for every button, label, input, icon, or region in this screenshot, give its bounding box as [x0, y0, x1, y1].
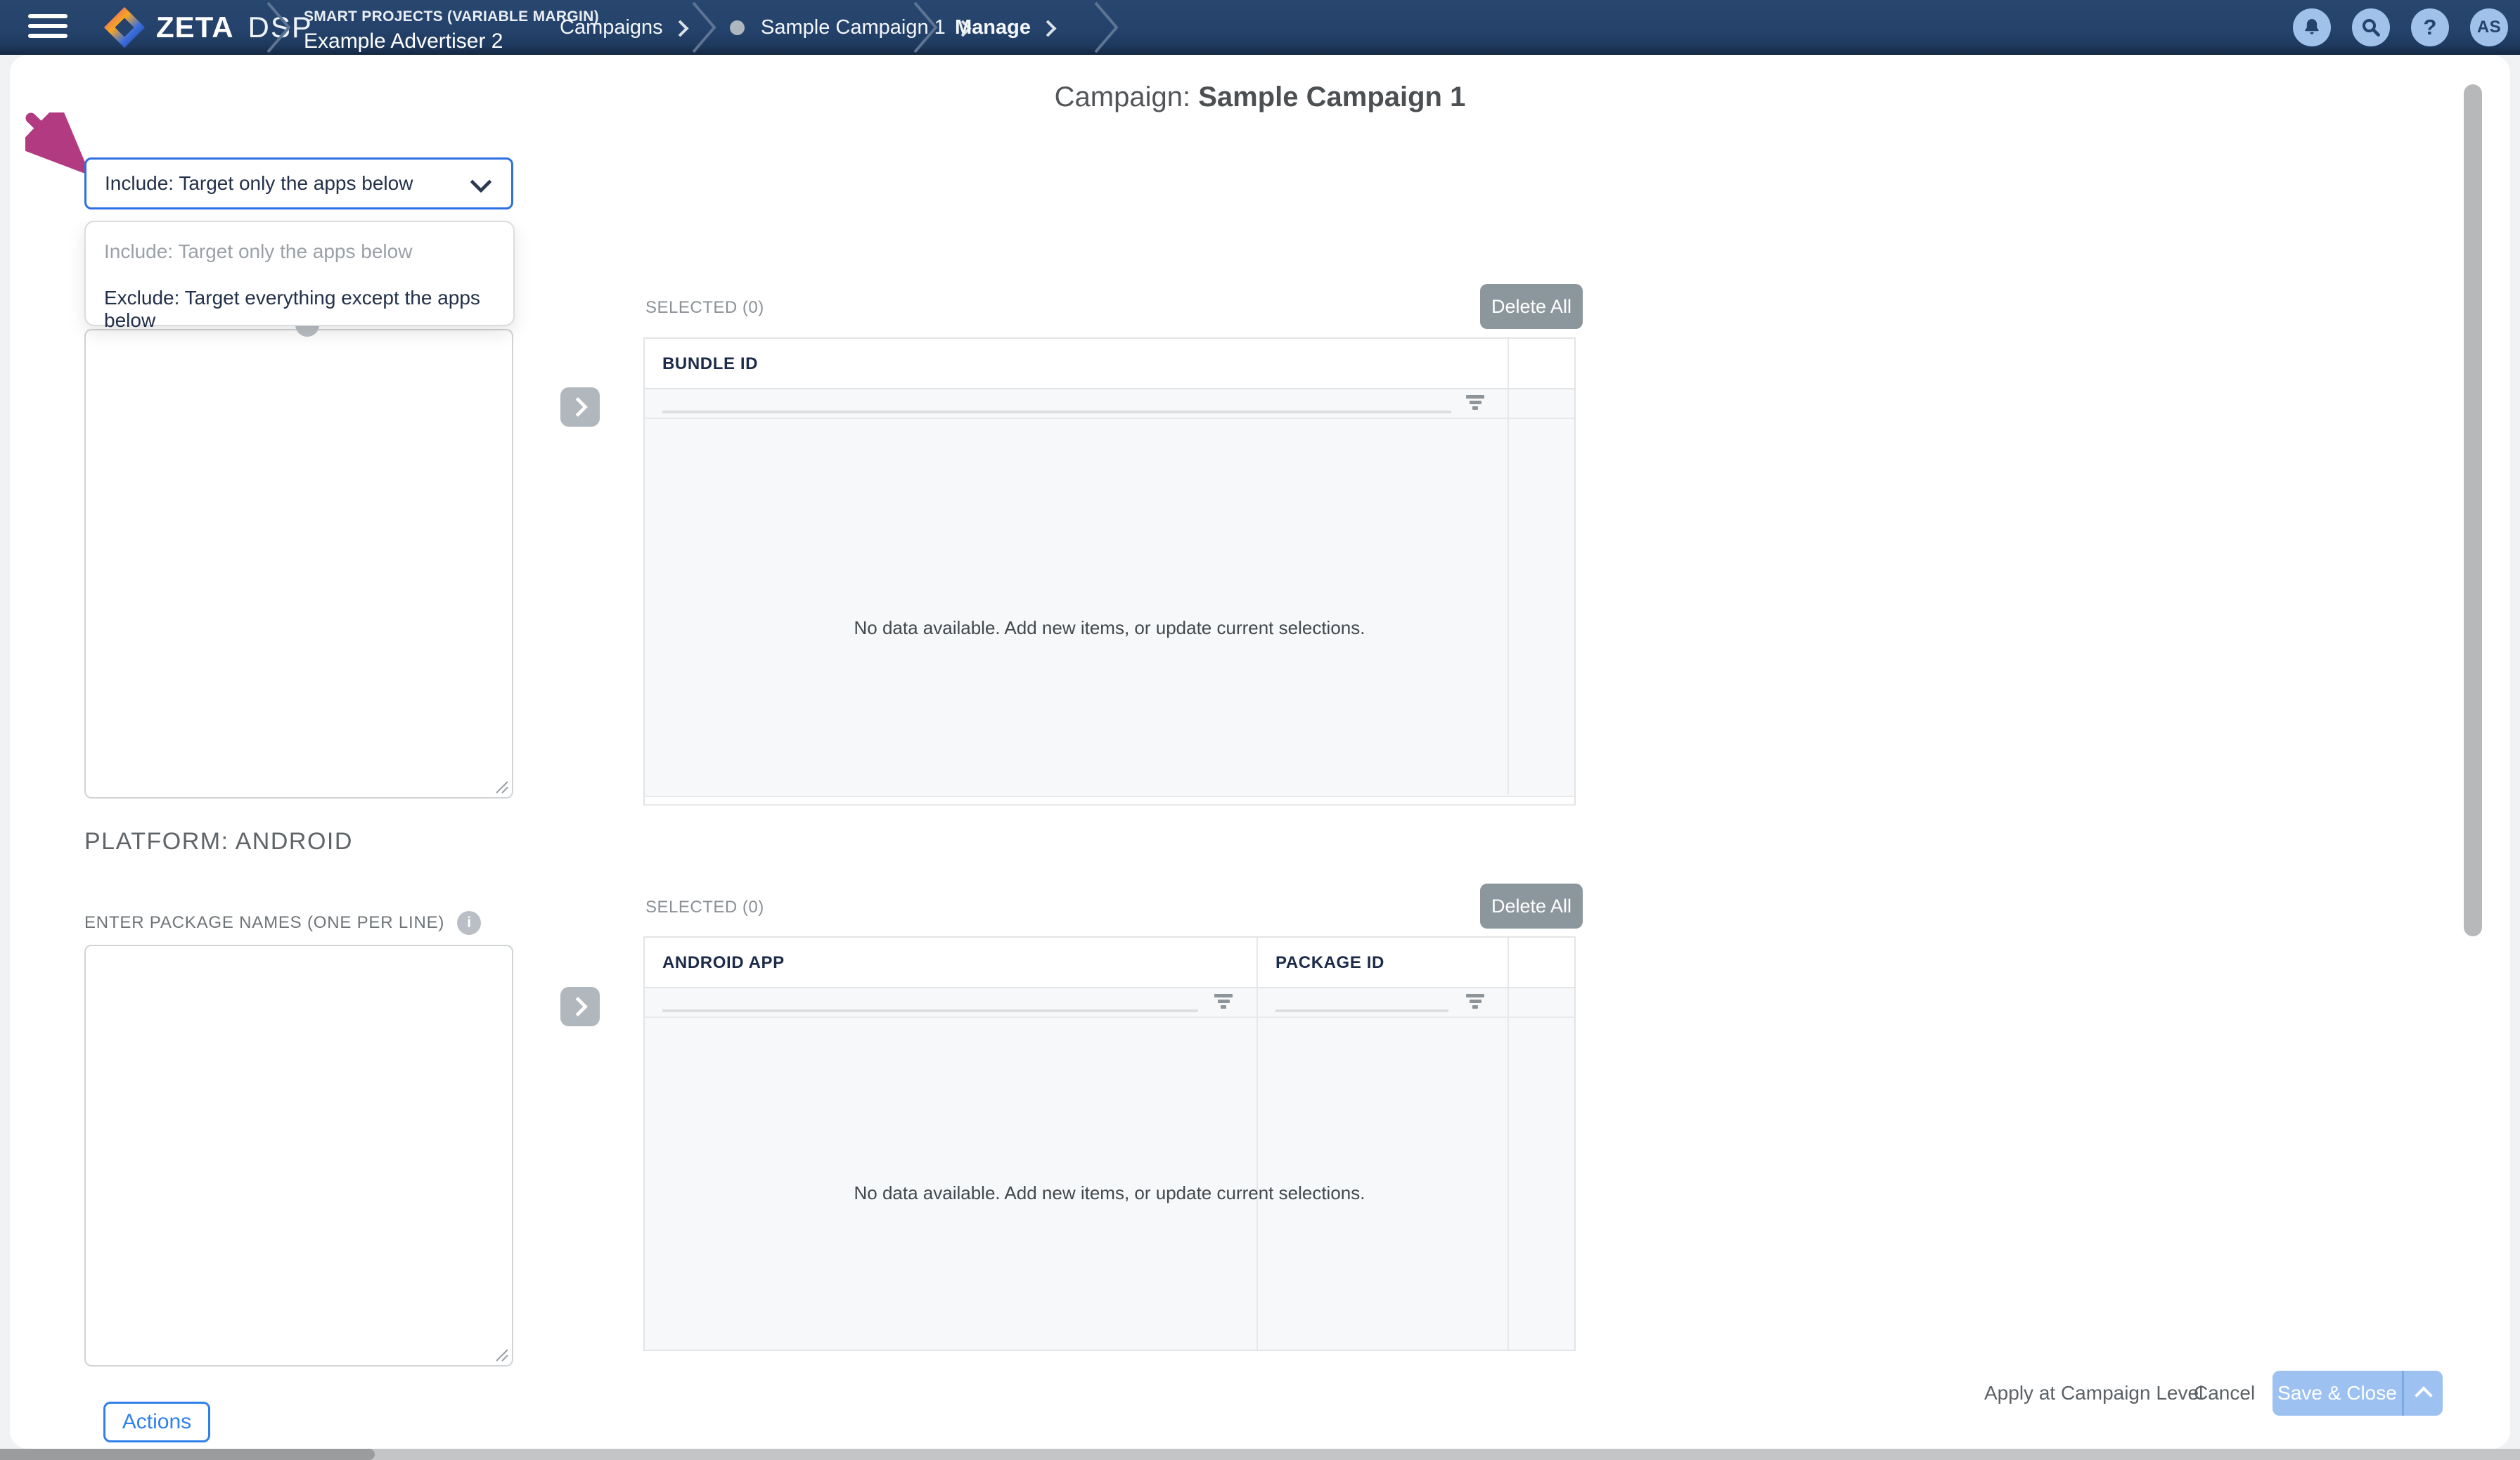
save-options-caret-button[interactable]: [2404, 1371, 2443, 1416]
chevron-down-icon: [470, 171, 491, 193]
delete-all-button[interactable]: Delete All: [1480, 884, 1583, 929]
user-avatar[interactable]: AS: [2470, 8, 2508, 46]
chevron-right-icon: [671, 20, 688, 37]
app-root: ZETA DSP SMART PROJECTS (VARIABLE MARGIN…: [0, 0, 2520, 1460]
page-title: Campaign: Sample Campaign 1: [0, 82, 2520, 113]
top-navigation-bar: ZETA DSP SMART PROJECTS (VARIABLE MARGIN…: [0, 0, 2520, 55]
grid-horizontal-scrollbar[interactable]: [645, 796, 1574, 806]
horizontal-scrollbar-thumb[interactable]: [0, 1449, 375, 1460]
breadcrumb-separator: [1093, 1, 1120, 53]
save-and-close-button[interactable]: Save & Close: [2272, 1371, 2402, 1416]
hamburger-menu-icon[interactable]: [28, 14, 68, 41]
selected-count-label: SELECTED (0): [645, 898, 764, 917]
filter-icon[interactable]: [1465, 395, 1486, 413]
column-divider: [1508, 339, 1509, 794]
chevron-up-icon: [2415, 1386, 2432, 1404]
mode-option-exclude[interactable]: Exclude: Target everything except the ap…: [104, 287, 513, 332]
grid-filter-row: [645, 988, 1574, 1018]
empty-state-text: No data available. Add new items, or upd…: [645, 1182, 1574, 1204]
page-title-prefix: Campaign:: [1055, 82, 1199, 112]
breadcrumb-campaign-label: Sample Campaign 1: [761, 16, 946, 39]
campaign-status-dot: [730, 20, 745, 35]
avatar-initials: AS: [2477, 18, 2501, 37]
app-target-mode-select[interactable]: Include: Target only the apps below: [84, 157, 513, 209]
app-target-mode-menu: Include: Target only the apps below Excl…: [84, 221, 515, 326]
logo-text-primary: ZETA: [156, 11, 234, 44]
package-id-filter-input[interactable]: [1275, 1009, 1448, 1012]
page-title-campaign-name: Sample Campaign 1: [1198, 82, 1465, 112]
add-packages-arrow-button[interactable]: [560, 987, 600, 1026]
empty-state-text: No data available. Add new items, or upd…: [645, 617, 1574, 639]
save-and-close-split-button: Save & Close: [2272, 1371, 2443, 1416]
package-names-label: ENTER PACKAGE NAMES (ONE PER LINE): [84, 913, 444, 933]
filter-icon[interactable]: [1465, 994, 1486, 1012]
help-button[interactable]: ?: [2411, 8, 2449, 46]
column-header-bundle-id[interactable]: BUNDLE ID: [662, 339, 758, 389]
column-divider: [1256, 938, 1258, 1350]
add-bundles-arrow-button[interactable]: [560, 387, 600, 427]
package-names-textarea[interactable]: [84, 945, 513, 1367]
breadcrumb-campaign[interactable]: Sample Campaign 1: [761, 0, 969, 55]
bundle-id-grid: BUNDLE ID No data available. Add new ite…: [643, 337, 1576, 806]
grid-header-row: ANDROID APP PACKAGE ID: [645, 938, 1574, 988]
selected-count-label: SELECTED (0): [645, 298, 764, 318]
filter-icon[interactable]: [1213, 994, 1234, 1012]
breadcrumb-advertiser-block[interactable]: SMART PROJECTS (VARIABLE MARGIN) Example…: [304, 8, 599, 53]
horizontal-scrollbar-track[interactable]: [0, 1449, 2520, 1460]
delete-all-button[interactable]: Delete All: [1480, 284, 1583, 329]
advertiser-name: Example Advertiser 2: [304, 30, 599, 53]
breadcrumb-campaigns-label: Campaigns: [560, 16, 663, 39]
breadcrumb-campaigns[interactable]: Campaigns: [560, 0, 686, 55]
package-names-label-row: ENTER PACKAGE NAMES (ONE PER LINE) i: [84, 911, 481, 935]
mode-option-include[interactable]: Include: Target only the apps below: [104, 240, 412, 263]
bundle-id-filter-input[interactable]: [662, 411, 1451, 413]
column-divider: [1508, 938, 1509, 1350]
question-mark-icon: ?: [2424, 15, 2437, 40]
app-target-mode-value: Include: Target only the apps below: [105, 172, 413, 195]
grid-header-row: BUNDLE ID: [645, 339, 1574, 389]
chevron-right-icon: [1039, 20, 1056, 37]
info-icon[interactable]: i: [457, 911, 481, 935]
bundle-ids-textarea[interactable]: [84, 329, 513, 799]
breadcrumb-manage-label: Manage: [955, 16, 1031, 39]
column-header-android-app[interactable]: ANDROID APP: [662, 938, 785, 988]
notifications-button[interactable]: [2293, 8, 2331, 46]
breadcrumb-manage[interactable]: Manage: [955, 0, 1054, 55]
search-icon: [2360, 17, 2381, 38]
cancel-link[interactable]: Cancel: [2194, 1382, 2255, 1404]
chevron-right-icon: [568, 997, 588, 1016]
bell-icon: [2301, 17, 2322, 38]
vertical-scrollbar-thumb[interactable]: [2464, 84, 2482, 936]
android-app-grid: ANDROID APP PACKAGE ID No data available…: [643, 936, 1576, 1351]
column-header-package-id[interactable]: PACKAGE ID: [1275, 938, 1384, 988]
android-app-filter-input[interactable]: [662, 1009, 1198, 1012]
zeta-diamond-icon: [103, 6, 146, 49]
breadcrumb-separator: [266, 1, 292, 53]
actions-button[interactable]: Actions: [103, 1402, 210, 1442]
breadcrumb-separator: [691, 1, 718, 53]
grid-filter-row: [645, 389, 1574, 419]
apply-at-campaign-level-link[interactable]: Apply at Campaign Level: [1984, 1382, 2203, 1404]
platform-label: PLATFORM: ANDROID: [84, 828, 353, 855]
chevron-right-icon: [568, 397, 588, 417]
search-button[interactable]: [2352, 8, 2390, 46]
project-label: SMART PROJECTS (VARIABLE MARGIN): [304, 8, 599, 25]
